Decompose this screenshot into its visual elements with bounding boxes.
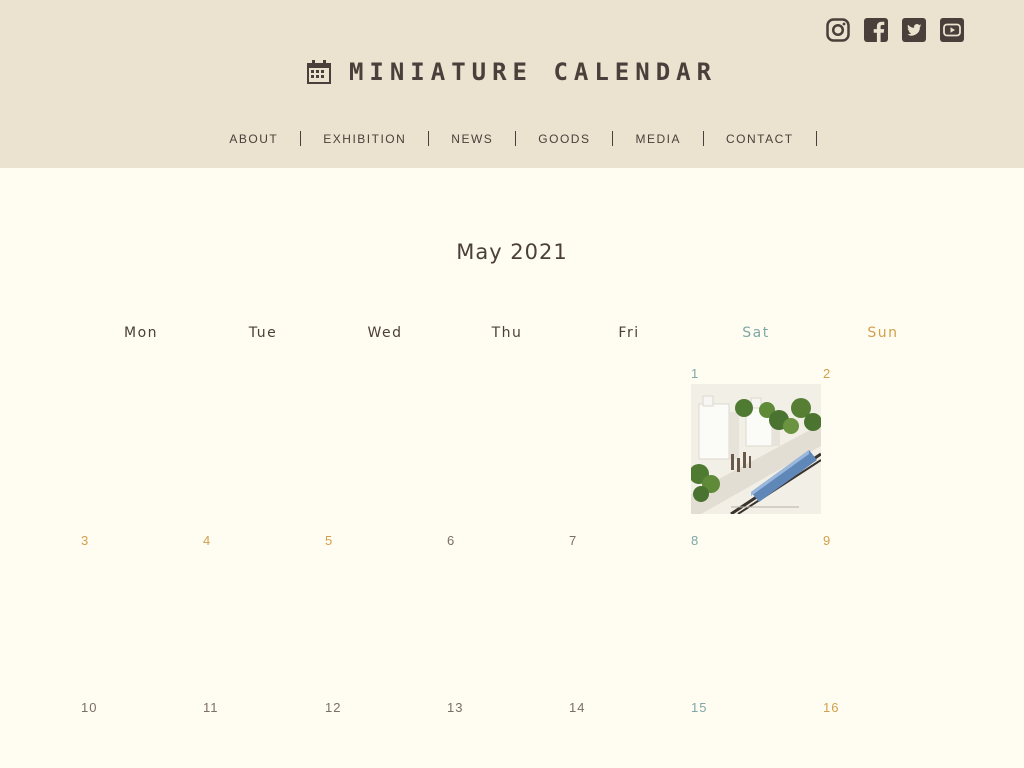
- day-cell[interactable]: 10: [81, 700, 97, 715]
- day-cell[interactable]: 7: [569, 533, 577, 548]
- day-thumbnail-image[interactable]: [691, 384, 821, 514]
- facebook-icon[interactable]: [864, 18, 888, 42]
- day-cell[interactable]: 3: [81, 533, 89, 548]
- day-cell[interactable]: 5: [325, 533, 333, 548]
- day-cell[interactable]: 16: [823, 700, 839, 715]
- weekday-fri: Fri: [618, 325, 640, 341]
- day-cell[interactable]: 2: [823, 366, 831, 381]
- nav-exhibition[interactable]: EXHIBITION: [301, 132, 428, 146]
- day-cell[interactable]: 1: [691, 366, 699, 381]
- weekday-wed: Wed: [367, 325, 403, 341]
- instagram-icon[interactable]: [826, 18, 850, 42]
- day-cell[interactable]: 15: [691, 700, 707, 715]
- nav-media[interactable]: MEDIA: [613, 132, 703, 146]
- site-header: MINIATURE CALENDAR ABOUT EXHIBITION NEWS…: [0, 0, 1024, 168]
- nav-about[interactable]: ABOUT: [207, 132, 300, 146]
- day-cell[interactable]: 12: [325, 700, 341, 715]
- weekday-thu: Thu: [491, 325, 523, 341]
- day-cell[interactable]: 4: [203, 533, 211, 548]
- day-cell[interactable]: 6: [447, 533, 455, 548]
- site-logo[interactable]: MINIATURE CALENDAR: [0, 58, 1024, 86]
- youtube-icon[interactable]: [940, 18, 964, 42]
- weekday-sun: Sun: [867, 325, 899, 341]
- calendar-icon: [306, 60, 331, 84]
- social-links: [826, 18, 964, 42]
- site-title: MINIATURE CALENDAR: [348, 58, 718, 86]
- weekday-tue: Tue: [248, 325, 278, 341]
- day-cell[interactable]: 14: [569, 700, 585, 715]
- weekday-mon: Mon: [123, 325, 159, 341]
- nav-separator: [815, 131, 817, 146]
- month-title: May 2021: [456, 240, 568, 264]
- main-nav: ABOUT EXHIBITION NEWS GOODS MEDIA CONTAC…: [0, 131, 1024, 146]
- day-cell[interactable]: 9: [823, 533, 831, 548]
- day-cell[interactable]: 13: [447, 700, 463, 715]
- weekday-sat: Sat: [742, 325, 770, 341]
- nav-news[interactable]: NEWS: [429, 132, 515, 146]
- day-cell[interactable]: 11: [203, 700, 219, 715]
- day-cell[interactable]: 8: [691, 533, 699, 548]
- nav-goods[interactable]: GOODS: [516, 132, 612, 146]
- twitter-icon[interactable]: [902, 18, 926, 42]
- nav-contact[interactable]: CONTACT: [704, 132, 816, 146]
